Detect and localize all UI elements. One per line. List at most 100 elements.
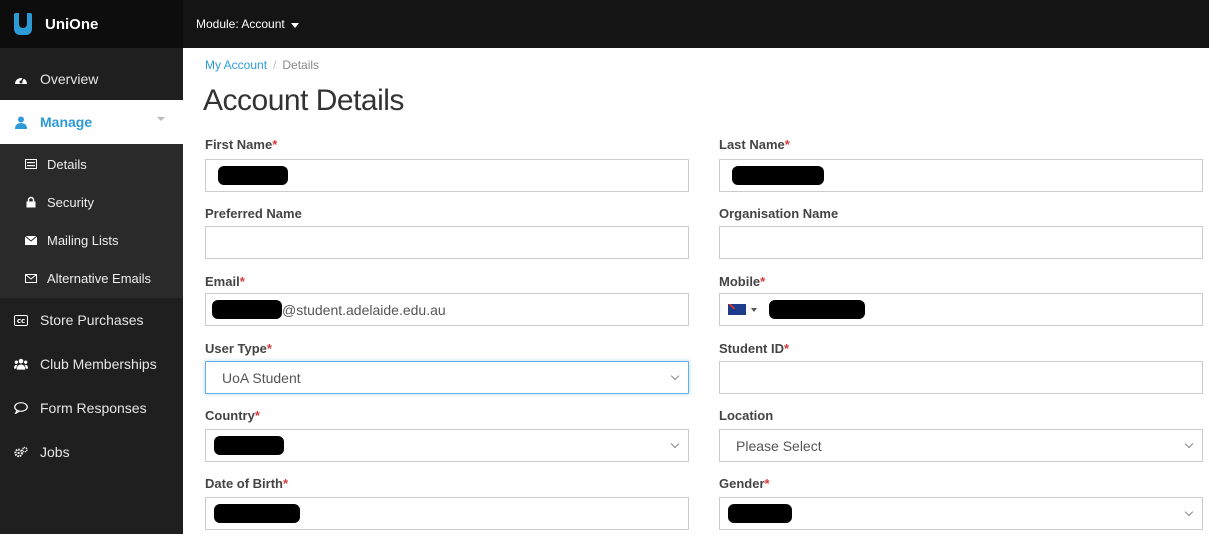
- sidebar-item-label: Manage: [40, 114, 93, 130]
- sidebar-item-club-memberships[interactable]: Club Memberships: [0, 342, 183, 386]
- sidebar-item-label: Details: [47, 156, 87, 172]
- users-icon: [14, 358, 28, 370]
- label-text: Country: [205, 408, 255, 423]
- redacted-value: [728, 504, 792, 523]
- label-text: Gender: [719, 476, 765, 491]
- sidebar-item-label: Security: [47, 194, 94, 210]
- gender-label: Gender*: [719, 476, 770, 491]
- module-label: Module: Account: [196, 17, 285, 31]
- brand-name: UniOne: [45, 15, 99, 33]
- country-code-dropdown[interactable]: [728, 304, 769, 315]
- label-text: Mobile: [719, 274, 761, 289]
- breadcrumb-separator: /: [273, 58, 277, 72]
- top-bar: Module: Account: [183, 0, 1209, 48]
- mobile-field[interactable]: [719, 293, 1203, 326]
- email-label: Email*: [205, 274, 245, 289]
- student-id-label: Student ID*: [719, 341, 789, 356]
- caret-down-icon: [290, 23, 299, 28]
- email-domain: @student.adelaide.edu.au: [282, 301, 446, 318]
- dashboard-icon: [14, 73, 28, 85]
- sidebar-item-security[interactable]: Security: [0, 183, 183, 221]
- required-marker: *: [764, 476, 770, 491]
- breadcrumb-link-my-account[interactable]: My Account: [205, 58, 267, 72]
- main-content: My Account / Details Account Details First…: [183, 48, 1209, 534]
- australia-flag-icon: [728, 304, 746, 315]
- sidebar-item-details[interactable]: Details: [0, 145, 183, 183]
- sidebar-item-label: Store Purchases: [40, 312, 144, 328]
- select-value: Please Select: [736, 437, 822, 454]
- brand[interactable]: UniOne: [0, 0, 183, 48]
- label-text: Preferred Name: [205, 206, 302, 221]
- mobile-label: Mobile*: [719, 274, 765, 289]
- user-type-label: User Type*: [205, 341, 272, 356]
- chevron-down-icon: [1184, 439, 1194, 449]
- gender-select[interactable]: [719, 497, 1203, 530]
- redacted-value: [212, 300, 282, 319]
- country-select[interactable]: [205, 429, 689, 462]
- label-text: User Type: [205, 341, 267, 356]
- sidebar-item-overview[interactable]: Overview: [0, 58, 183, 100]
- required-marker: *: [760, 274, 766, 289]
- cogs-icon: [14, 446, 28, 458]
- cc-icon: cc: [14, 314, 28, 326]
- breadcrumb-current: Details: [282, 58, 320, 72]
- student-id-field[interactable]: [719, 361, 1203, 394]
- comment-icon: [14, 402, 28, 414]
- sidebar-item-label: Alternative Emails: [47, 270, 152, 286]
- sidebar: UniOne Overview Manage Details Security: [0, 0, 183, 534]
- sidebar-item-form-responses[interactable]: Form Responses: [0, 386, 183, 430]
- required-marker: *: [239, 274, 245, 289]
- preferred-name-field[interactable]: [205, 226, 689, 259]
- organisation-name-field[interactable]: [719, 226, 1203, 259]
- required-marker: *: [784, 137, 790, 152]
- user-icon: [14, 116, 28, 129]
- page-title: Account Details: [203, 84, 404, 117]
- label-text: Last Name: [719, 137, 785, 152]
- module-dropdown[interactable]: Module: Account: [196, 17, 299, 31]
- required-marker: *: [266, 341, 272, 356]
- first-name-field[interactable]: [205, 159, 689, 192]
- caret-down-icon: [751, 307, 757, 312]
- sidebar-item-label: Mailing Lists: [47, 232, 119, 248]
- user-type-select[interactable]: UoA Student: [205, 361, 689, 394]
- first-name-label: First Name*: [205, 137, 277, 152]
- required-marker: *: [784, 341, 790, 356]
- label-text: First Name: [205, 137, 273, 152]
- last-name-field[interactable]: [719, 159, 1203, 192]
- sidebar-item-mailing-lists[interactable]: Mailing Lists: [0, 221, 183, 259]
- label-text: Email: [205, 274, 240, 289]
- lock-icon: [25, 196, 37, 208]
- country-label: Country*: [205, 408, 260, 423]
- date-of-birth-label: Date of Birth*: [205, 476, 288, 491]
- location-select[interactable]: Please Select: [719, 429, 1203, 462]
- envelope-outline-icon: [25, 273, 37, 283]
- breadcrumb: My Account / Details: [205, 58, 319, 72]
- sidebar-item-store-purchases[interactable]: cc Store Purchases: [0, 298, 183, 342]
- email-field[interactable]: @student.adelaide.edu.au: [205, 293, 689, 326]
- redacted-value: [732, 166, 824, 185]
- sidebar-item-label: Overview: [40, 71, 99, 87]
- sidebar-item-jobs[interactable]: Jobs: [0, 430, 183, 474]
- label-text: Date of Birth: [205, 476, 283, 491]
- sidebar-item-label: Jobs: [40, 444, 70, 460]
- manage-submenu: Details Security Mailing Lists Alternati…: [0, 144, 183, 298]
- label-text: Student ID: [719, 341, 784, 356]
- list-icon: [25, 159, 37, 169]
- redacted-value: [218, 166, 288, 185]
- sidebar-item-label: Club Memberships: [40, 356, 157, 372]
- chevron-down-icon: [670, 439, 680, 449]
- last-name-label: Last Name*: [719, 137, 790, 152]
- chevron-down-icon: [670, 371, 680, 381]
- chevron-down-icon: [1184, 507, 1194, 517]
- sidebar-item-alternative-emails[interactable]: Alternative Emails: [0, 259, 183, 297]
- envelope-icon: [25, 235, 37, 245]
- sidebar-item-manage[interactable]: Manage: [0, 100, 183, 144]
- select-value: UoA Student: [222, 369, 301, 386]
- sidebar-item-label: Form Responses: [40, 400, 147, 416]
- redacted-value: [214, 504, 300, 523]
- redacted-value: [214, 436, 284, 455]
- preferred-name-label: Preferred Name: [205, 206, 302, 221]
- label-text: Organisation Name: [719, 206, 839, 221]
- required-marker: *: [283, 476, 289, 491]
- date-of-birth-field[interactable]: [205, 497, 689, 530]
